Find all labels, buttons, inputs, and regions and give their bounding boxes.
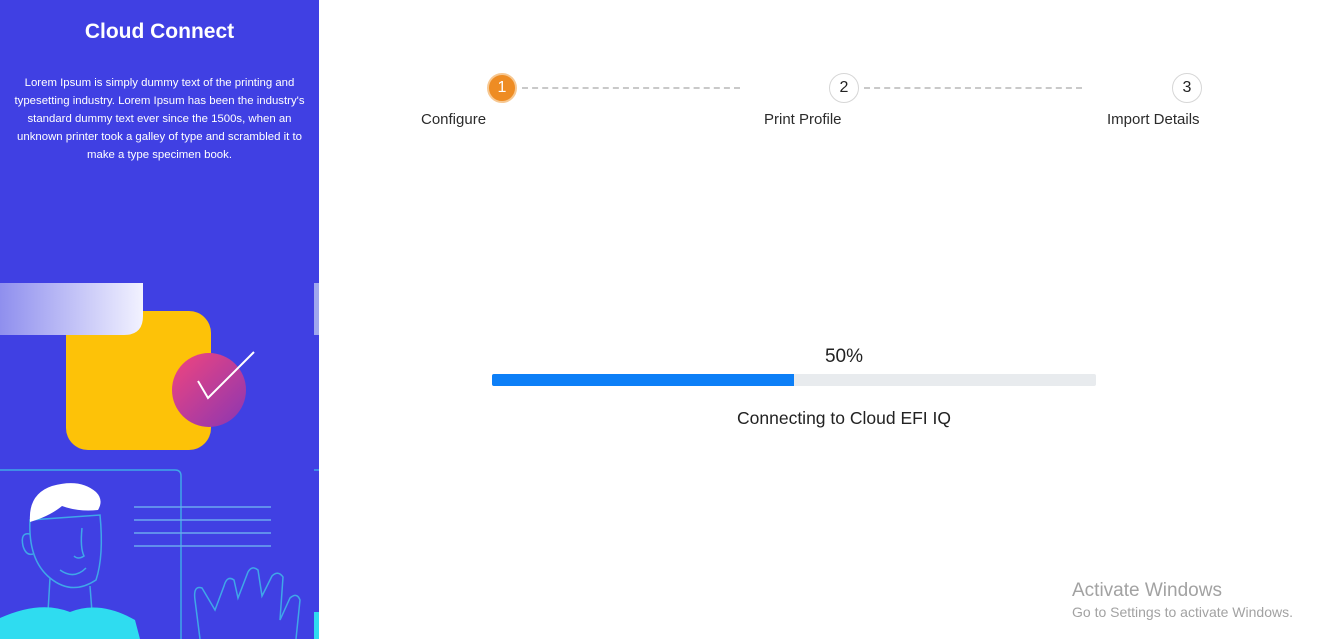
person-face [29,514,103,589]
step-connector-1-2 [522,87,740,89]
sidebar-scrollbar[interactable] [314,283,319,335]
text-lines-shape [134,506,271,547]
step-circle-2[interactable]: 2 [829,73,859,103]
person-shirt [0,607,140,639]
check-circle-shape [172,353,246,427]
sidebar-description: Lorem Ipsum is simply dummy text of the … [14,77,305,161]
step-circle-3[interactable]: 3 [1172,73,1202,103]
gradient-card-shape [0,283,143,335]
step-label-configure: Configure [421,111,487,128]
step-connector-2-3 [864,87,1082,89]
sidebar-illustration [0,283,319,639]
hand-outline [193,567,301,639]
activate-windows-subtitle: Go to Settings to activate Windows. [1072,604,1293,620]
sidebar-title: Cloud Connect [84,20,235,43]
progress-bar [492,374,1096,386]
progress-percent: 50% [824,346,864,367]
cyan-corner-shape [314,612,319,639]
step-circle-1[interactable]: 1 [487,73,517,103]
progress-fill [492,374,794,386]
progress-status-text: Connecting to Cloud EFI IQ [737,408,951,428]
step-label-import-details: Import Details [1107,111,1200,128]
activate-windows-title: Activate Windows [1072,580,1222,601]
step-label-print-profile: Print Profile [764,111,842,128]
sidebar: Cloud Connect Lorem Ipsum is simply dumm… [0,0,319,639]
